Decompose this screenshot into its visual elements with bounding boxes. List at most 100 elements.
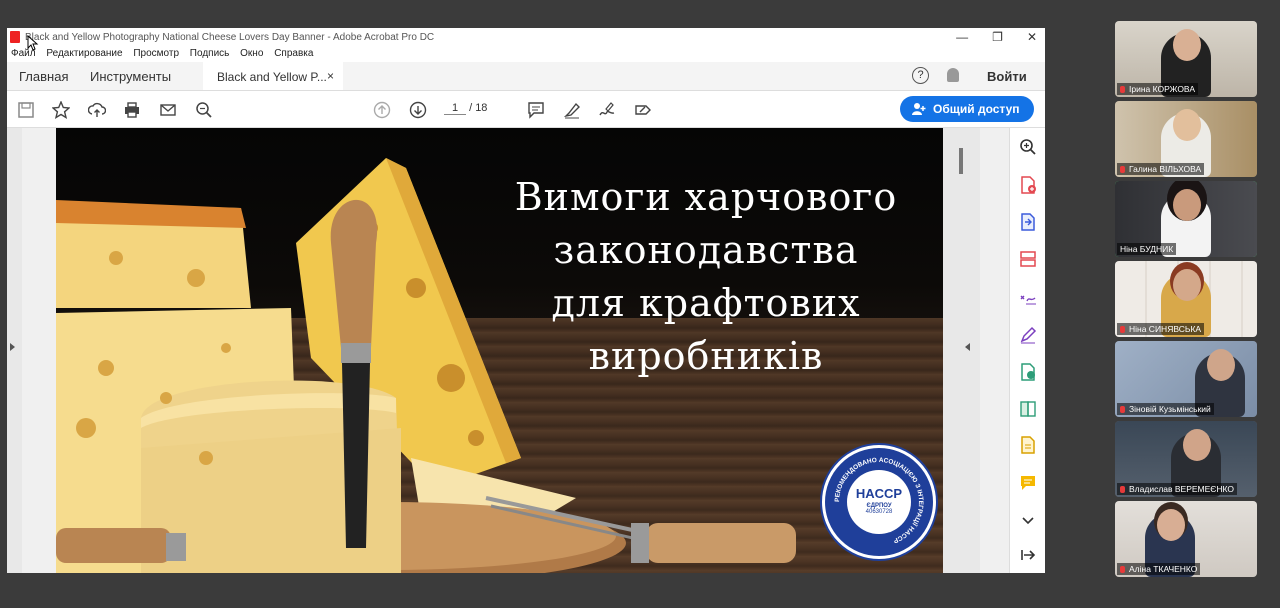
participant-head (1207, 349, 1235, 381)
page-separator: / (469, 102, 473, 114)
page-navigator: 1 / 18 (444, 102, 487, 115)
expand-left-icon (10, 343, 15, 351)
tab-document[interactable]: Black and Yellow P... × (203, 62, 343, 90)
participant-name-label: Ніна СИНЯВСЬКА (1117, 323, 1205, 335)
slide-title-line: Вимоги харчового (514, 175, 898, 219)
badge-brand: HACCP (855, 486, 903, 501)
pdf-page: Вимоги харчового законодавства для крафт… (56, 128, 943, 573)
muted-mic-icon (1120, 86, 1125, 93)
share-button-label: Общий доступ (933, 102, 1020, 116)
add-user-icon (912, 103, 926, 115)
maximize-button[interactable]: ❐ (992, 30, 1003, 44)
menu-sign[interactable]: Подпись (190, 48, 230, 59)
close-tab-icon[interactable]: × (327, 69, 334, 83)
mouse-cursor-icon (27, 35, 39, 51)
star-icon[interactable] (52, 101, 70, 119)
participant-head (1183, 429, 1211, 461)
collapse-panel-icon[interactable] (1019, 546, 1037, 564)
participant-name: Владислав ВЕРЕМЕЄНКО (1129, 484, 1235, 494)
participant-name: Аліна ТКАЧЕНКО (1129, 564, 1198, 574)
scrollbar-thumb[interactable] (959, 148, 963, 174)
muted-mic-icon (1120, 486, 1125, 493)
participant-name: Зіновій Кузьмінський (1129, 404, 1211, 414)
close-window-button[interactable]: ✕ (1027, 30, 1037, 44)
participant-head (1157, 509, 1185, 541)
participant-name: Галина ВІЛЬХОВА (1129, 164, 1202, 174)
prepare-form-icon[interactable] (1019, 436, 1037, 454)
muted-mic-icon (1120, 166, 1125, 173)
tab-document-label: Black and Yellow P... (217, 70, 327, 84)
edit-pdf-icon[interactable] (1019, 326, 1037, 344)
participant-tile[interactable]: Галина ВІЛЬХОВА (1115, 101, 1257, 177)
compare-icon[interactable] (1019, 400, 1037, 418)
mail-icon[interactable] (159, 101, 177, 119)
muted-mic-icon (1120, 566, 1125, 573)
participant-name-label: Аліна ТКАЧЕНКО (1117, 563, 1201, 575)
tab-home[interactable]: Главная (19, 69, 68, 84)
toolbar: 1 / 18 Общий доступ (7, 91, 1045, 128)
participant-tile-active-speaker[interactable]: Ніна БУДНИК (1115, 181, 1257, 257)
window-title: Black and Yellow Photography National Ch… (25, 32, 435, 43)
participant-head (1173, 109, 1201, 141)
participant-name-label: Ніна БУДНИК (1117, 243, 1177, 255)
participant-name-label: Зіновій Кузьмінський (1117, 403, 1214, 415)
collapse-right-icon[interactable] (965, 343, 970, 351)
participant-tile[interactable]: Зіновій Кузьмінський (1115, 341, 1257, 417)
print-icon[interactable] (123, 101, 141, 119)
zoom-search-icon[interactable] (195, 101, 213, 119)
page-total: 18 (475, 102, 488, 114)
participant-head (1173, 269, 1201, 301)
organize-pages-icon[interactable] (1019, 250, 1037, 268)
cloud-upload-icon[interactable] (88, 101, 106, 119)
tab-bar: Главная Инструменты Black and Yellow P..… (7, 62, 1045, 91)
participant-head (1173, 189, 1201, 221)
slide-title-line: законодавства (553, 228, 859, 272)
tab-tools[interactable]: Инструменты (90, 69, 171, 84)
export-pdf-icon[interactable] (1019, 213, 1037, 231)
participant-tile[interactable]: Владислав ВЕРЕМЕЄНКО (1115, 421, 1257, 497)
menu-bar: Файл Редактирование Просмотр Подпись Окн… (7, 47, 1045, 62)
highlight-pen-icon[interactable] (563, 101, 581, 119)
sign-in-button[interactable]: Войти (987, 69, 1027, 84)
save-icon[interactable] (17, 101, 35, 119)
participant-name-label: Владислав ВЕРЕМЕЄНКО (1117, 483, 1238, 495)
slide-title-line: для крафтових (551, 281, 861, 325)
participant-tile[interactable]: Ніна СИНЯВСЬКА (1115, 261, 1257, 337)
notifications-icon[interactable] (947, 68, 959, 82)
menu-window[interactable]: Окно (240, 48, 263, 59)
next-page-icon[interactable] (409, 101, 427, 119)
fill-sign-icon[interactable] (634, 101, 652, 119)
pdf-app-icon (10, 31, 20, 43)
menu-help[interactable]: Справка (274, 48, 313, 59)
page-number-input[interactable]: 1 (444, 102, 466, 115)
enhance-scan-icon[interactable] (1019, 363, 1037, 381)
left-panel-toggle[interactable] (7, 128, 22, 573)
comment-tool-icon[interactable] (1019, 474, 1037, 492)
badge-center: HACCP ЄДРПОУ 40630728 (847, 470, 911, 534)
minimize-button[interactable]: — (956, 30, 968, 44)
help-icon[interactable]: ? (912, 67, 929, 84)
acrobat-window: Black and Yellow Photography National Ch… (7, 28, 1045, 573)
slide-title: Вимоги харчового законодавства для крафт… (481, 171, 931, 383)
badge-edrpou-number: 40630728 (865, 509, 893, 515)
sign-icon[interactable] (598, 101, 616, 119)
participant-tile[interactable]: Ірина КОРЖОВА (1115, 21, 1257, 97)
muted-mic-icon (1120, 406, 1125, 413)
right-tools-panel (1009, 128, 1045, 573)
haccp-badge: РЕКОМЕНДОВАНО АСОЦІАЦІЄЮ З ІНТЕГРАЦІЇ HA… (822, 445, 936, 559)
more-tools-chevron-icon[interactable] (1019, 512, 1037, 530)
participant-name: Ніна СИНЯВСЬКА (1129, 324, 1202, 334)
window-controls: — ❐ ✕ (956, 30, 1037, 44)
share-button[interactable]: Общий доступ (900, 96, 1034, 122)
create-pdf-icon[interactable] (1019, 176, 1037, 194)
participant-tile[interactable]: Аліна ТКАЧЕНКО (1115, 501, 1257, 577)
zoom-icon[interactable] (1019, 138, 1037, 156)
fill-sign-tool-icon[interactable] (1019, 288, 1037, 306)
menu-view[interactable]: Просмотр (133, 48, 179, 59)
comment-icon[interactable] (527, 101, 545, 119)
participant-head (1173, 29, 1201, 61)
menu-edit[interactable]: Редактирование (46, 48, 122, 59)
participant-name: Ніна БУДНИК (1120, 244, 1174, 254)
previous-page-icon[interactable] (373, 101, 391, 119)
vertical-scrollbar[interactable] (943, 128, 980, 573)
